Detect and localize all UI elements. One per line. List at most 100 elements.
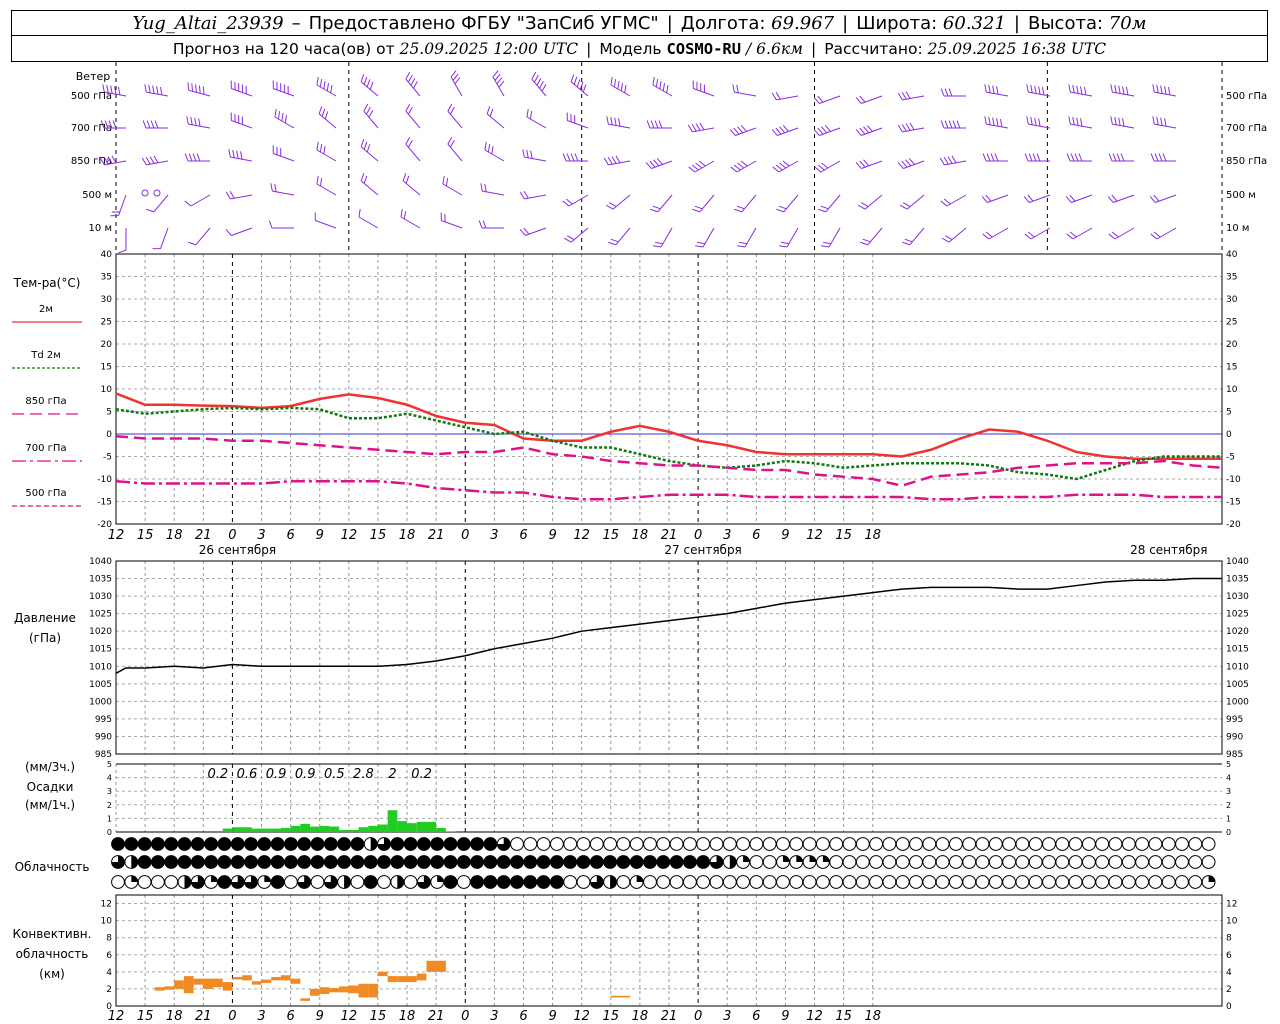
cloud-circle <box>363 875 378 889</box>
wind-barb-flag <box>1153 231 1161 238</box>
conv-bar <box>329 988 340 993</box>
pressure-ytick-right: 1005 <box>1226 680 1249 690</box>
wind-barb-flag <box>1032 153 1037 162</box>
wind-barb-flag <box>817 95 824 103</box>
conv-xtick-label: 12 <box>108 1009 125 1024</box>
wind-barb-flag <box>650 208 659 213</box>
wind-barb <box>273 153 295 162</box>
cloud-circle <box>842 855 857 869</box>
precip-bar <box>416 821 427 832</box>
conv-ytick-left: 10 <box>101 917 113 927</box>
cloud-circle <box>882 855 897 869</box>
wind-barb-flag <box>1024 153 1029 162</box>
wind-barb-flag <box>1083 86 1087 96</box>
wind-barb-flag <box>148 84 151 93</box>
precip-ytick-left: 2 <box>107 801 112 810</box>
cloud-circle <box>842 875 857 889</box>
cloud-circle <box>1028 875 1043 889</box>
cloud-circle <box>722 875 737 889</box>
cloud-circle <box>975 855 990 869</box>
cloud-circle <box>1042 875 1056 889</box>
wind-barb-flag <box>985 194 992 202</box>
temp-ytick-left: 35 <box>101 273 112 283</box>
wind-barb-flag <box>940 200 948 207</box>
wind-barb-flag <box>202 86 205 95</box>
wind-barb-flag <box>184 200 192 207</box>
cloud-circle <box>1188 855 1203 869</box>
wind-barb-flag <box>778 205 787 210</box>
precip-bar <box>329 826 340 832</box>
conv-xtick-label: 15 <box>603 1009 620 1024</box>
wind-barb-flag <box>539 81 544 89</box>
cloud-circle <box>403 855 418 869</box>
conv-xtick-label: 21 <box>195 1009 212 1024</box>
wind-barb <box>778 160 799 173</box>
pressure-ytick-right: 1030 <box>1226 592 1249 602</box>
wind-barb-flag <box>198 85 201 94</box>
wind-barb-flag <box>403 211 407 220</box>
conv-ytick-right: 4 <box>1226 968 1232 978</box>
conv-ytick-right: 12 <box>1226 900 1237 910</box>
wind-barb-flag <box>695 245 704 248</box>
wind-barb-flag <box>817 127 824 135</box>
wind-barb-flag <box>947 156 953 164</box>
temp-xtick-label: 15 <box>370 528 387 543</box>
wind-barb-flag <box>652 77 655 86</box>
cloud-circle <box>284 855 298 869</box>
cloud-circle <box>922 837 937 851</box>
precip-3h-label: 0.2 <box>208 767 229 782</box>
wind-barb-flag <box>366 144 371 153</box>
wind-barb-flag <box>902 202 911 208</box>
wind-barb-flag <box>1028 153 1033 162</box>
wind-barb-flag <box>1167 86 1171 96</box>
pressure-ytick-right: 995 <box>1226 715 1243 725</box>
wind-barb-flag <box>486 106 491 115</box>
wind-barb-flag <box>482 220 487 229</box>
cloud-circle <box>949 875 963 889</box>
wind-barb-flag <box>695 123 701 131</box>
cloud-circle <box>217 855 232 869</box>
wind-barb-flag <box>400 209 403 218</box>
pressure-ytick-left: 1015 <box>89 645 112 655</box>
cloud-circle <box>656 875 671 889</box>
temp-legend-label: Td 2м <box>30 350 61 361</box>
wind-barb-flag <box>1072 84 1075 93</box>
cloud-circle <box>403 875 418 889</box>
wind-barb-flag <box>606 116 609 125</box>
wind-barb-flag <box>855 97 862 104</box>
cloud-circle <box>1015 875 1030 889</box>
wind-barb-flag <box>195 84 197 93</box>
wind-barb-flag <box>154 120 159 129</box>
wind-barb-flag <box>142 120 147 129</box>
wind-barb-flag <box>1034 117 1037 126</box>
cloud-circle <box>949 855 963 869</box>
temp-ytick-right: -5 <box>1226 453 1235 463</box>
wind-barb-flag <box>820 205 829 210</box>
temp-ytick-left: 40 <box>101 250 113 260</box>
conv-xtick-label: 21 <box>428 1009 445 1024</box>
conv-bar <box>348 985 359 994</box>
wind-barb <box>867 227 883 246</box>
conv-bar <box>620 995 631 998</box>
wind-barb-flag <box>905 159 912 167</box>
wind-barb <box>1112 123 1135 129</box>
wind-barb-flag <box>407 106 413 115</box>
cloud-circle <box>177 855 192 869</box>
wind-barb-flag <box>566 153 571 162</box>
cloud-fill-sector <box>796 855 803 862</box>
wind-barb-flag <box>901 124 907 132</box>
wind-barb-flag <box>228 149 231 158</box>
cloud-circle <box>962 837 977 851</box>
cloud-circle <box>430 855 445 869</box>
pressure-ytick-left: 1000 <box>89 697 112 707</box>
wind-barb-flag <box>186 116 189 125</box>
cloud-circle <box>922 855 937 869</box>
wind-barb-flag <box>901 160 908 168</box>
precip-bar <box>407 823 417 832</box>
precip-ytick-right: 3 <box>1226 787 1231 796</box>
wind-barb <box>986 91 1009 97</box>
pressure-ytick-right: 985 <box>1226 750 1243 760</box>
wind-barb <box>231 227 253 236</box>
wind-barb-flag <box>646 120 651 129</box>
wind-barb <box>660 227 673 248</box>
